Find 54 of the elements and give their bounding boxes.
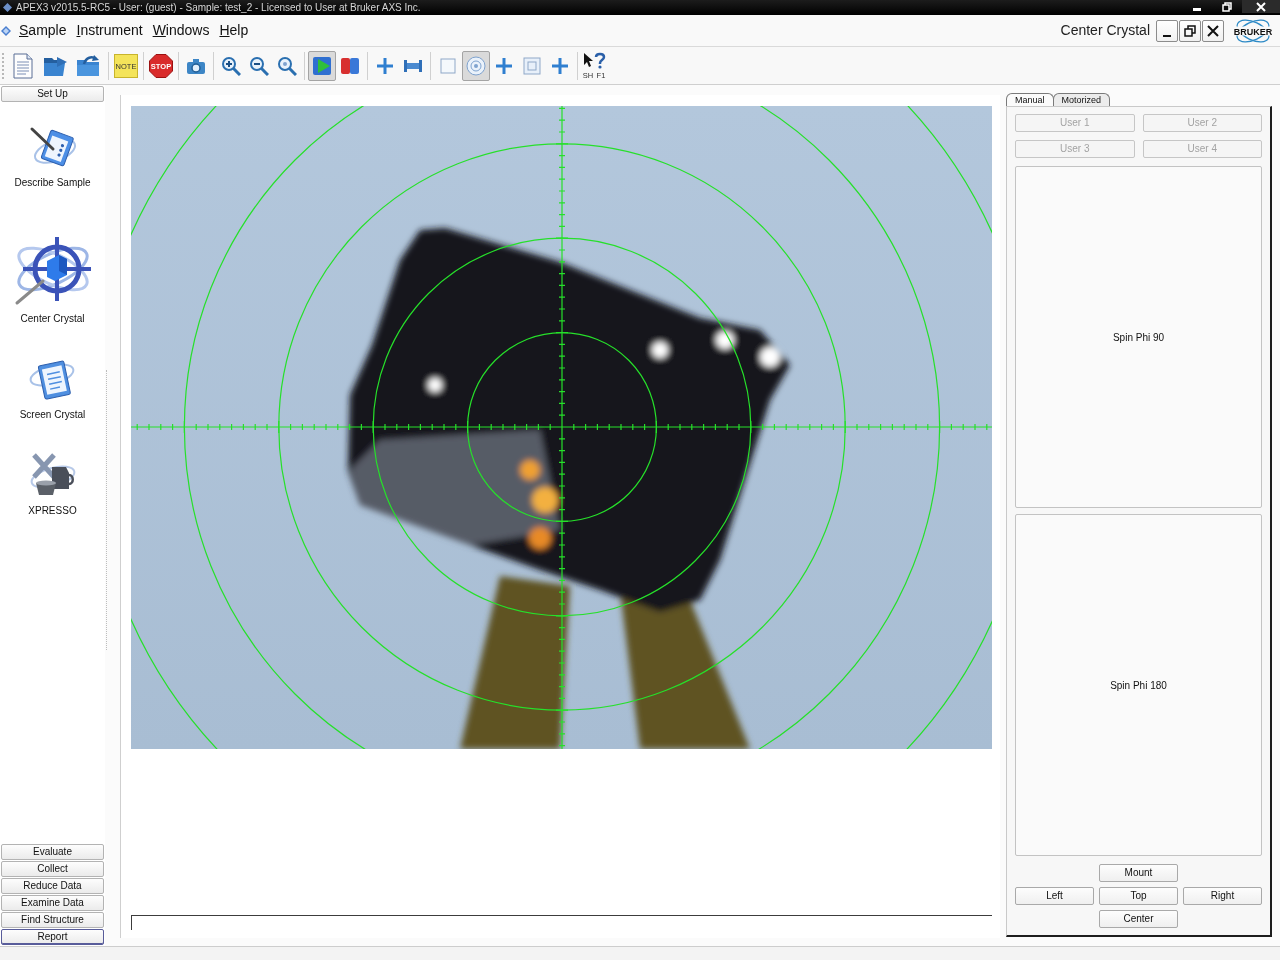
view-button[interactable]: Left [1015, 887, 1094, 905]
restore-button[interactable] [1179, 19, 1201, 42]
toolbar-button[interactable] [308, 50, 336, 81]
folder-arrow-icon [75, 53, 102, 78]
play-icon [312, 55, 332, 76]
plus-icon [495, 56, 513, 75]
section-button[interactable]: Reduce Data [1, 878, 104, 894]
close-icon [1256, 1, 1266, 12]
sidebar-item[interactable]: XPRESSO [27, 451, 78, 517]
plus-icon [376, 56, 394, 75]
section-button[interactable]: Set Up [1, 86, 104, 102]
view-button[interactable]: Right [1183, 887, 1262, 905]
sidebar-item[interactable]: Describe Sample [14, 123, 91, 189]
close-icon [1207, 24, 1219, 37]
minimize-icon [1163, 34, 1171, 37]
plus-icon [551, 56, 569, 75]
square-icon [440, 57, 456, 74]
section-button[interactable]: Report [1, 929, 104, 945]
app-icon [3, 3, 12, 12]
app-icon [1, 25, 11, 36]
menu-item[interactable]: Help [214, 20, 254, 41]
horizontal-bar-icon [403, 58, 423, 73]
zoom-in-icon [221, 55, 241, 76]
menu-item[interactable]: Sample [14, 20, 72, 41]
disc-icon [466, 55, 486, 76]
view-button[interactable]: Mount [1099, 864, 1178, 882]
menu-item[interactable]: Windows [147, 20, 215, 41]
tab[interactable]: Manual [1006, 93, 1054, 106]
sidebar-item[interactable]: Screen Crystal [19, 355, 86, 421]
window-title: APEX3 v2015.5-RC5 - User: (guest) - Sample: test_2 - Licensed to User at Bruker AXS Inc. [16, 1, 421, 14]
nested-squares-icon [523, 56, 541, 75]
section-button[interactable]: Find Structure [1, 912, 104, 928]
section-button[interactable]: Collect [1, 861, 104, 877]
camera-icon [186, 56, 206, 75]
spin-button[interactable]: Spin Phi 90 [1015, 166, 1262, 508]
spin-button[interactable]: Spin Phi 180 [1015, 514, 1262, 856]
minimize-icon [1193, 8, 1201, 11]
menu-item[interactable]: Instrument [71, 20, 148, 41]
tab[interactable]: Motorized [1052, 93, 1111, 106]
view-button[interactable]: Top [1099, 887, 1178, 905]
document-icon [11, 52, 34, 79]
restore-icon [1184, 24, 1196, 37]
view-button[interactable]: Center [1099, 910, 1178, 928]
section-button[interactable]: Evaluate [1, 844, 104, 860]
zoom-out-icon [249, 55, 269, 76]
minimize-button[interactable] [1156, 19, 1178, 42]
magnifier-icon [277, 55, 297, 76]
restore-icon [1222, 1, 1232, 12]
sidebar-item[interactable]: Center Crystal [12, 229, 93, 325]
close-button[interactable] [1202, 19, 1224, 42]
view-title: Center Crystal [1060, 21, 1150, 40]
split-square-icon [340, 55, 360, 76]
section-button[interactable]: Examine Data [1, 895, 104, 911]
window-close-button[interactable] [1242, 0, 1280, 13]
